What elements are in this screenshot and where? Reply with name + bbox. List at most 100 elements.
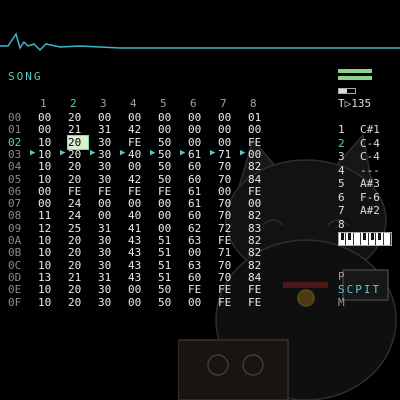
song-row[interactable]: 07 00 24 00 00 00 61 70 00 xyxy=(8,197,278,210)
chain-cell[interactable]: 31 xyxy=(98,271,118,284)
song-row[interactable]: 0C 10 20 30 43 51 63 70 82 xyxy=(8,259,278,272)
chain-cell[interactable]: 20 xyxy=(68,173,88,186)
chain-cell[interactable]: FE xyxy=(128,185,148,198)
chain-cell[interactable]: 71 xyxy=(218,246,238,259)
chain-cell[interactable]: 21 xyxy=(68,271,88,284)
song-row[interactable]: 06 00 FE FE FE FE 61 00 FE xyxy=(8,185,278,198)
chain-cell[interactable]: FE xyxy=(218,234,238,247)
chain-cell[interactable]: 20 xyxy=(68,111,88,124)
chain-cell[interactable]: 41 xyxy=(128,222,148,235)
chain-cell[interactable]: 60 xyxy=(188,209,208,222)
column-header-2[interactable]: 2 xyxy=(70,97,77,110)
chain-cell[interactable]: 24 xyxy=(68,209,88,222)
chain-cell[interactable]: 43 xyxy=(128,271,148,284)
column-header-6[interactable]: 6 xyxy=(190,97,197,110)
cursor-cell[interactable]: 20 xyxy=(67,134,89,150)
chain-cell[interactable]: 00 xyxy=(188,246,208,259)
chain-cell[interactable]: 20 xyxy=(68,283,88,296)
chain-cell[interactable]: 00 xyxy=(248,148,268,161)
chain-cell[interactable]: 82 xyxy=(248,259,268,272)
song-row[interactable]: 09 12 25 31 41 00 62 72 83 xyxy=(8,222,278,235)
chain-cell[interactable]: 00 xyxy=(218,136,238,149)
chain-cell[interactable]: 61 xyxy=(188,148,208,161)
chain-cell[interactable]: 82 xyxy=(248,209,268,222)
chain-cell[interactable]: 00 xyxy=(188,136,208,149)
chain-cell[interactable]: 61 xyxy=(188,185,208,198)
chain-cell[interactable]: 10 xyxy=(38,259,58,272)
chain-cell[interactable]: 70 xyxy=(218,173,238,186)
chain-cell[interactable]: 00 xyxy=(248,123,268,136)
chain-cell[interactable]: FE xyxy=(128,136,148,149)
chain-cell[interactable]: FE xyxy=(158,185,178,198)
chain-cell[interactable]: 30 xyxy=(98,283,118,296)
chain-cell[interactable]: 00 xyxy=(188,296,208,309)
chain-cell[interactable]: 20 xyxy=(68,296,88,309)
column-header-5[interactable]: 5 xyxy=(160,97,167,110)
chain-cell[interactable]: 00 xyxy=(158,222,178,235)
chain-cell[interactable]: 12 xyxy=(38,222,58,235)
chain-cell[interactable]: FE xyxy=(188,283,208,296)
chain-cell[interactable]: 10 xyxy=(38,283,58,296)
chain-cell[interactable]: 50 xyxy=(158,136,178,149)
chain-cell[interactable]: 43 xyxy=(128,246,148,259)
chain-cell[interactable]: 31 xyxy=(98,123,118,136)
chain-cell[interactable]: 72 xyxy=(218,222,238,235)
chain-cell[interactable]: 71 xyxy=(218,148,238,161)
song-row[interactable]: 01 00 21 31 42 00 00 00 00 xyxy=(8,123,278,136)
chain-cell[interactable]: 51 xyxy=(158,271,178,284)
chain-cell[interactable]: 60 xyxy=(188,173,208,186)
chain-cell[interactable]: 00 xyxy=(98,111,118,124)
chain-cell[interactable]: 00 xyxy=(38,111,58,124)
chain-cell[interactable]: 00 xyxy=(158,111,178,124)
chain-cell[interactable]: 00 xyxy=(188,111,208,124)
chain-cell[interactable]: 20 xyxy=(68,160,88,173)
chain-cell[interactable]: 00 xyxy=(128,283,148,296)
chain-cell[interactable]: 00 xyxy=(128,197,148,210)
chain-cell[interactable]: 30 xyxy=(98,234,118,247)
chain-cell[interactable]: 82 xyxy=(248,160,268,173)
chain-cell[interactable]: 50 xyxy=(158,160,178,173)
mode-item-m[interactable]: M xyxy=(338,296,347,309)
chain-cell[interactable]: 40 xyxy=(128,148,148,161)
chain-cell[interactable]: 30 xyxy=(98,173,118,186)
chain-cell[interactable]: 51 xyxy=(158,259,178,272)
chain-cell[interactable]: 70 xyxy=(218,259,238,272)
chain-cell[interactable]: 51 xyxy=(158,246,178,259)
chain-cell[interactable]: 00 xyxy=(158,123,178,136)
chain-cell[interactable]: 61 xyxy=(188,197,208,210)
chain-cell[interactable]: 10 xyxy=(38,148,58,161)
chain-cell[interactable]: FE xyxy=(248,296,268,309)
column-header-4[interactable]: 4 xyxy=(130,97,137,110)
chain-cell[interactable]: 84 xyxy=(248,173,268,186)
chain-cell[interactable]: 63 xyxy=(188,259,208,272)
chain-cell[interactable]: 00 xyxy=(128,296,148,309)
column-header-1[interactable]: 1 xyxy=(40,97,47,110)
chain-cell[interactable]: 00 xyxy=(218,123,238,136)
chain-cell[interactable]: 00 xyxy=(218,185,238,198)
chain-cell[interactable]: FE xyxy=(248,283,268,296)
chain-cell[interactable]: 00 xyxy=(188,123,208,136)
chain-cell[interactable]: 21 xyxy=(68,123,88,136)
chain-cell[interactable]: 31 xyxy=(98,222,118,235)
chain-cell[interactable]: 30 xyxy=(98,296,118,309)
chain-cell[interactable]: 63 xyxy=(188,234,208,247)
chain-cell[interactable]: 82 xyxy=(248,246,268,259)
chain-cell[interactable]: 70 xyxy=(218,271,238,284)
chain-cell[interactable]: 43 xyxy=(128,259,148,272)
chain-cell[interactable]: 30 xyxy=(98,259,118,272)
chain-cell[interactable]: 30 xyxy=(98,160,118,173)
chain-cell[interactable]: 10 xyxy=(38,136,58,149)
chain-cell[interactable]: FE xyxy=(218,283,238,296)
column-header-3[interactable]: 3 xyxy=(100,97,107,110)
chain-cell[interactable]: FE xyxy=(98,185,118,198)
chain-cell[interactable]: 10 xyxy=(38,296,58,309)
chain-cell[interactable]: 00 xyxy=(158,197,178,210)
chain-cell[interactable]: 00 xyxy=(218,111,238,124)
chain-cell[interactable]: 50 xyxy=(158,296,178,309)
song-row[interactable]: 04 10 20 30 00 50 60 70 82 xyxy=(8,160,278,173)
mode-item-p[interactable]: P xyxy=(338,270,347,283)
song-row[interactable]: 00 00 20 00 00 00 00 00 01 xyxy=(8,111,278,124)
song-row[interactable]: 0D 13 21 31 43 51 60 70 84 xyxy=(8,271,278,284)
chain-cell[interactable]: 43 xyxy=(128,234,148,247)
song-row[interactable]: 0A 10 20 30 43 51 63 FE 82 xyxy=(8,234,278,247)
